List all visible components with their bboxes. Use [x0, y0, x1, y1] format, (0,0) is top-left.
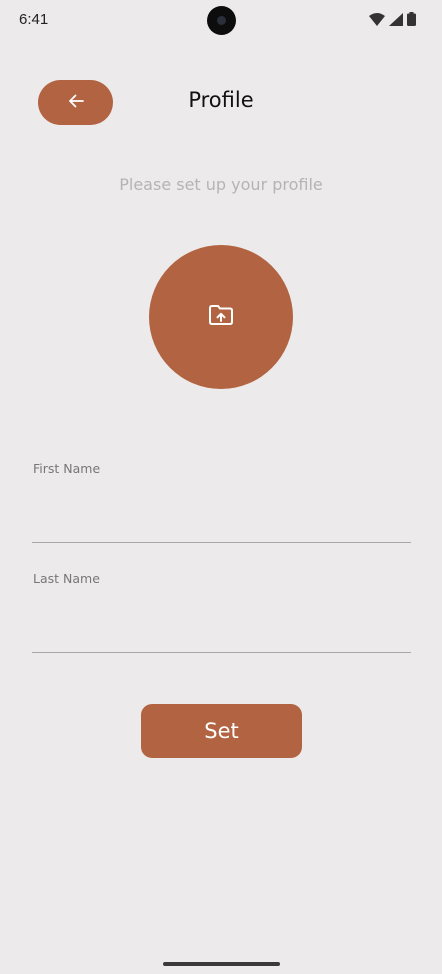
status-icons: [369, 11, 416, 27]
back-button[interactable]: [38, 80, 113, 125]
first-name-label: First Name: [33, 461, 101, 476]
page-title: Profile: [188, 88, 254, 112]
avatar-upload-button[interactable]: [149, 245, 293, 389]
first-name-input[interactable]: [32, 503, 411, 543]
home-indicator[interactable]: [163, 962, 280, 966]
profile-subtitle: Please set up your profile: [119, 175, 323, 194]
last-name-label: Last Name: [33, 571, 100, 586]
wifi-icon: [369, 12, 385, 26]
folder-upload-icon: [209, 305, 233, 329]
battery-icon: [407, 12, 416, 26]
camera-lens: [217, 16, 226, 25]
status-bar: 6:41: [0, 0, 442, 40]
status-time: 6:41: [19, 11, 49, 28]
front-camera: [207, 6, 236, 35]
signal-icon: [389, 12, 403, 26]
set-button[interactable]: Set: [141, 704, 302, 758]
last-name-input[interactable]: [32, 613, 411, 653]
arrow-left-icon: [68, 93, 84, 112]
